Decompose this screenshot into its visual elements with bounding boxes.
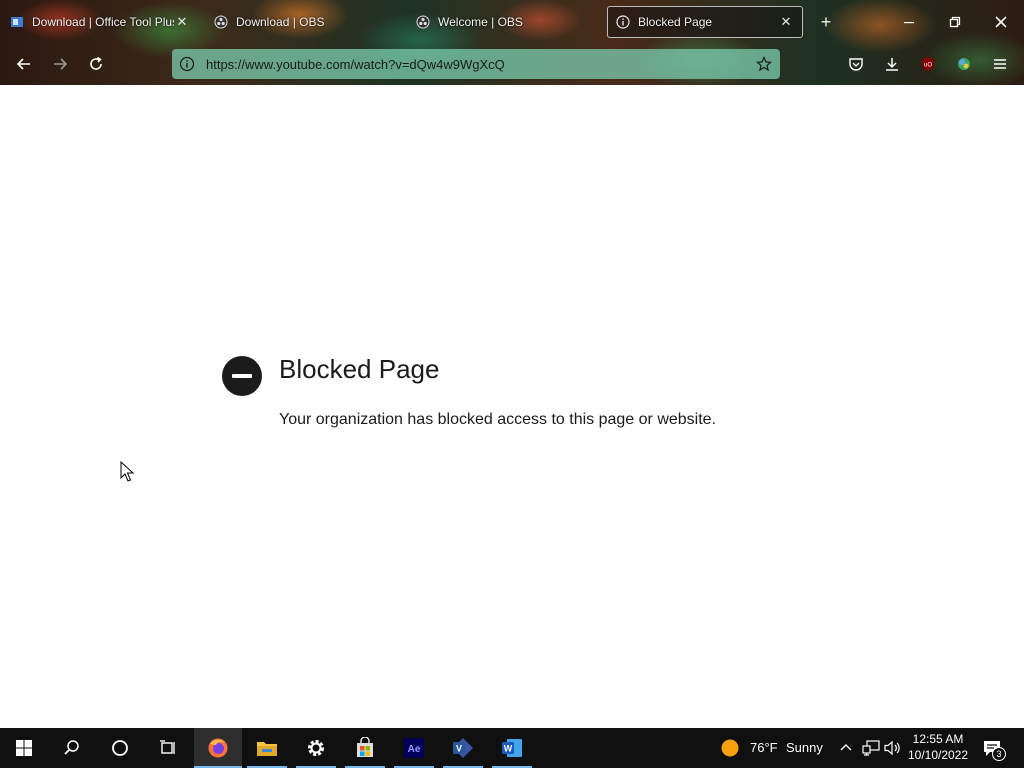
taskbar-store[interactable] — [341, 728, 389, 768]
search-icon — [64, 740, 79, 755]
browser-chrome: Download | Office Tool Plus ✕ Download |… — [0, 0, 1024, 85]
show-hidden-icons-button[interactable] — [838, 740, 854, 756]
tab-welcome-obs[interactable]: Welcome | OBS — [408, 6, 604, 38]
task-view-button[interactable] — [144, 728, 192, 768]
cortana-icon — [112, 740, 128, 756]
visio-icon: V — [453, 738, 473, 758]
action-center-button[interactable]: 3 — [980, 736, 1008, 762]
volume-icon[interactable] — [884, 740, 902, 756]
svg-text:V: V — [456, 744, 462, 754]
close-window-button[interactable] — [978, 6, 1024, 38]
reload-icon — [90, 56, 102, 70]
reload-button[interactable] — [82, 50, 110, 78]
tab-title: Download | Office Tool Plus — [32, 15, 174, 29]
url-text[interactable]: https://www.youtube.com/watch?v=dQw4w9Wg… — [202, 57, 748, 72]
clock-time: 12:55 AM — [912, 732, 964, 746]
settings-gear-icon — [308, 740, 324, 756]
cortana-button[interactable] — [96, 728, 144, 768]
obs-icon — [416, 15, 430, 29]
ublock-icon: uO — [922, 57, 934, 71]
pocket-icon — [849, 58, 863, 71]
file-explorer-icon — [257, 742, 277, 756]
restore-icon — [949, 16, 961, 28]
store-icon — [357, 737, 373, 757]
forward-button[interactable] — [46, 50, 74, 78]
firefox-icon — [208, 738, 228, 758]
svg-text:uO: uO — [924, 63, 932, 69]
tab-title: Blocked Page — [638, 15, 713, 29]
task-view-icon — [160, 740, 175, 754]
chevron-up-icon — [840, 744, 852, 751]
forward-arrow-icon — [54, 58, 68, 70]
restore-button[interactable] — [932, 6, 978, 38]
extension-button[interactable] — [952, 52, 976, 76]
weather-condition[interactable]: Sunny — [786, 740, 823, 755]
site-info-icon[interactable] — [172, 56, 202, 72]
after-effects-icon: Ae — [404, 738, 424, 758]
back-button[interactable] — [10, 50, 38, 78]
page-title: Blocked Page — [279, 354, 440, 384]
clock-date: 10/10/2022 — [907, 748, 969, 762]
tab-title: Welcome | OBS — [438, 15, 523, 29]
close-tab-icon[interactable]: ✕ — [174, 14, 190, 30]
taskbar-visio[interactable]: V — [439, 728, 487, 768]
word-icon: W — [502, 739, 522, 757]
download-icon — [886, 58, 898, 71]
menu-button[interactable] — [988, 52, 1012, 76]
address-bar[interactable]: https://www.youtube.com/watch?v=dQw4w9Wg… — [172, 49, 780, 79]
weather-temperature[interactable]: 76°F — [750, 740, 778, 755]
hamburger-menu-icon — [994, 59, 1006, 69]
taskbar-after-effects[interactable]: Ae — [390, 728, 438, 768]
pocket-button[interactable] — [844, 52, 868, 76]
start-button[interactable] — [0, 728, 48, 768]
tab-blocked-page[interactable]: Blocked Page ✕ — [607, 6, 803, 38]
blocked-message: Your organization has blocked access to … — [279, 411, 717, 428]
blocked-icon — [222, 356, 262, 396]
office-tool-icon — [10, 15, 24, 29]
close-icon — [995, 16, 1007, 28]
notification-count-badge: 3 — [992, 747, 1006, 761]
ublock-origin-button[interactable]: uO — [916, 52, 940, 76]
svg-text:W: W — [504, 744, 513, 754]
minimize-icon — [904, 22, 914, 24]
extension-icon — [958, 58, 970, 70]
tab-title: Download | OBS — [236, 15, 325, 29]
tab-download-obs[interactable]: Download | OBS — [206, 6, 402, 38]
weather-sun-icon[interactable] — [720, 738, 740, 758]
new-tab-button[interactable]: + — [816, 10, 836, 34]
bookmark-star-icon[interactable] — [748, 56, 780, 72]
windows-start-icon — [16, 740, 32, 756]
back-arrow-icon — [16, 58, 30, 70]
downloads-button[interactable] — [880, 52, 904, 76]
search-button[interactable] — [48, 728, 96, 768]
taskbar-settings[interactable] — [292, 728, 340, 768]
taskbar-clock[interactable]: 12:55 AM 10/10/2022 — [904, 731, 972, 763]
close-tab-icon[interactable]: ✕ — [778, 14, 794, 30]
info-icon — [616, 15, 630, 29]
obs-icon — [214, 15, 228, 29]
taskbar-firefox[interactable] — [194, 728, 242, 768]
taskbar-word[interactable]: W — [488, 728, 536, 768]
taskbar-file-explorer[interactable] — [243, 728, 291, 768]
minimize-button[interactable] — [886, 6, 932, 38]
svg-text:Ae: Ae — [408, 744, 421, 755]
mouse-cursor-icon — [120, 460, 135, 488]
network-icon[interactable] — [862, 740, 880, 756]
tab-office-tool-plus[interactable]: Download | Office Tool Plus ✕ — [2, 6, 198, 38]
